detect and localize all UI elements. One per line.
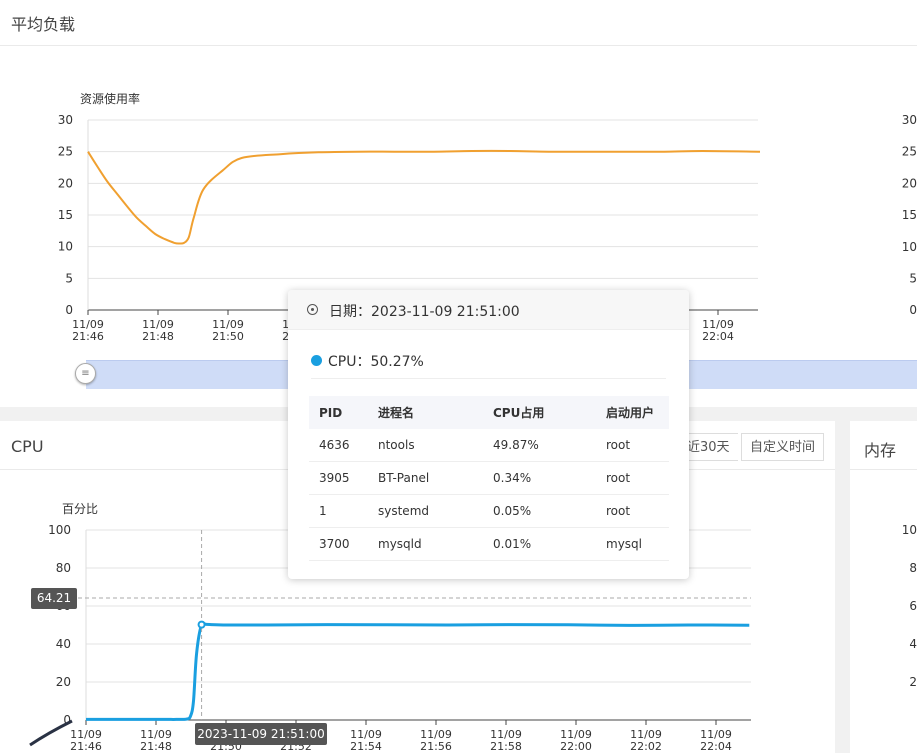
x-tick-label: 21:46	[72, 330, 104, 343]
right-y-tick-label: 10	[902, 240, 917, 254]
row-pid: 4636	[309, 429, 368, 462]
process-table: PID 进程名 CPU占用 启动用户 4636 ntools 49.87% ro…	[309, 396, 669, 561]
right-y-tick-label: 0	[909, 303, 917, 317]
load-chart-ylabel: 资源使用率	[80, 91, 140, 106]
row-process-name: BT-Panel	[368, 461, 483, 495]
row-cpu-usage: 0.34%	[483, 461, 596, 495]
memory-panel: 内存 10 8 6 4 2	[850, 421, 917, 753]
y-tick-label: 100	[48, 523, 71, 537]
x-tick-label: 22:02	[630, 740, 662, 753]
col-cpu-usage: CPU占用	[483, 396, 596, 429]
series-line-0-0	[87, 149, 761, 245]
row-pid: 3700	[309, 527, 368, 561]
memory-y-tick-label: 2	[909, 675, 917, 689]
y-tick-label: 20	[56, 675, 71, 689]
cpu-chart-ylabel: 百分比	[62, 502, 98, 516]
x-tick-label: 22:00	[560, 740, 592, 753]
right-y-tick-label: 30	[902, 113, 917, 127]
memory-y-tick-label: 8	[909, 561, 917, 575]
partial-series-line	[29, 719, 73, 747]
tooltip-date: 日期：2023-11-09 21:51:00	[329, 304, 520, 320]
x-tick-label: 21:50	[212, 330, 244, 343]
crosshair-time-label: 2023-11-09 21:51:00	[195, 723, 327, 745]
row-start-user: root	[596, 429, 669, 462]
y-tick-label: 80	[56, 561, 71, 575]
table-row: 1 systemd 0.05% root	[309, 494, 669, 528]
crosshair-value-label: 64.21	[31, 588, 77, 609]
process-table-header: PID 进程名 CPU占用 启动用户	[309, 396, 669, 429]
memory-axis: 10 8 6 4 2	[902, 523, 917, 689]
x-tick-label: 21:46	[70, 740, 102, 753]
drag-handle-icon[interactable]: ≡	[75, 363, 96, 384]
x-tick-label: 22:04	[702, 330, 734, 343]
cpu-series-dot	[311, 355, 322, 366]
row-process-name: ntools	[368, 429, 483, 462]
col-pid: PID	[309, 396, 368, 429]
memory-y-tick-label: 6	[909, 599, 917, 613]
y-tick-label: 10	[58, 240, 73, 254]
tooltip-header: 日期：2023-11-09 21:51:00	[288, 290, 689, 330]
memory-y-tick-label: 10	[902, 523, 917, 537]
x-tick-label: 21:48	[140, 740, 172, 753]
tooltip-separator	[311, 378, 666, 379]
y-tick-label: 0	[65, 303, 73, 317]
x-tick-label: 21:58	[490, 740, 522, 753]
row-cpu-usage: 0.01%	[483, 527, 596, 561]
table-row: 3700 mysqld 0.01% mysql	[309, 527, 669, 561]
row-start-user: mysql	[596, 527, 669, 561]
col-process-name: 进程名	[368, 396, 483, 429]
row-cpu-usage: 49.87%	[483, 429, 596, 462]
row-process-name: mysqld	[368, 527, 483, 561]
y-tick-label: 20	[58, 176, 73, 190]
y-tick-label: 40	[56, 637, 71, 651]
row-cpu-usage: 0.05%	[483, 494, 596, 528]
table-row: 3905 BT-Panel 0.34% root	[309, 461, 669, 495]
row-process-name: systemd	[368, 494, 483, 528]
chart-tooltip: 日期：2023-11-09 21:51:00 CPU：50.27% PID 进程…	[288, 290, 689, 579]
y-tick-label: 15	[58, 208, 73, 222]
y-tick-label: 30	[58, 113, 73, 127]
right-y-tick-label: 20	[902, 176, 917, 190]
clock-icon	[307, 304, 318, 315]
x-tick-label: 21:56	[420, 740, 452, 753]
y-tick-label: 5	[65, 271, 73, 285]
right-y-tick-label: 15	[902, 208, 917, 222]
series-line-1-0	[85, 620, 750, 721]
right-y-tick-label: 25	[902, 145, 917, 159]
x-tick-label: 21:48	[142, 330, 174, 343]
row-pid: 1	[309, 494, 368, 528]
row-pid: 3905	[309, 461, 368, 495]
table-row: 4636 ntools 49.87% root	[309, 429, 669, 462]
right-y-tick-label: 5	[909, 272, 917, 286]
tooltip-cpu-value: CPU：50.27%	[328, 354, 424, 370]
memory-y-tick-label: 4	[909, 637, 917, 651]
crosshair-point	[197, 620, 206, 629]
x-tick-label: 21:54	[350, 740, 382, 753]
row-start-user: root	[596, 461, 669, 495]
col-start-user: 启动用户	[596, 396, 669, 429]
x-tick-label: 22:04	[700, 740, 732, 753]
row-start-user: root	[596, 494, 669, 528]
y-tick-label: 25	[58, 145, 73, 159]
